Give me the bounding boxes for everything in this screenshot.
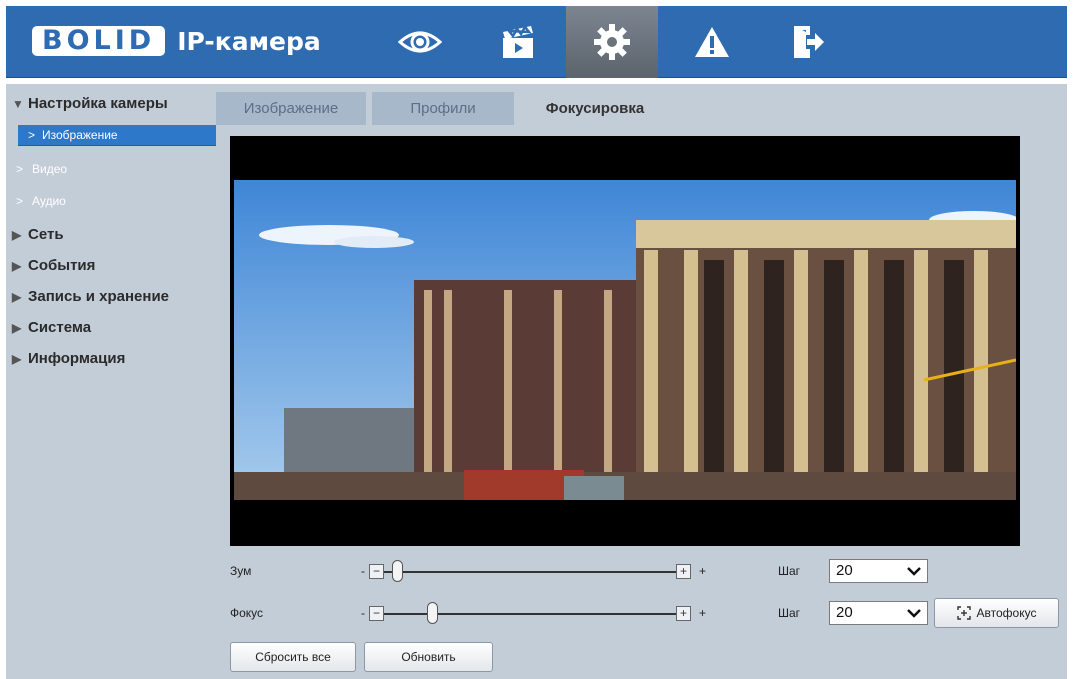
zoom-decrease-button[interactable]: − <box>369 564 384 579</box>
sidebar-section-network[interactable]: ▶ Сеть <box>12 226 64 243</box>
sidebar-section-label: Система <box>28 319 92 336</box>
logout-nav-button[interactable] <box>762 6 854 78</box>
sidebar-item-label: Видео <box>32 162 68 176</box>
eye-icon <box>398 31 442 53</box>
triangle-right-icon: ▶ <box>12 258 22 273</box>
focus-decrease-button[interactable]: − <box>369 606 384 621</box>
main-content: ▼ Настройка камеры > Изображение > Видео… <box>6 84 1067 679</box>
live-view-nav-button[interactable] <box>374 6 466 78</box>
triangle-right-icon: ▶ <box>12 351 22 366</box>
autofocus-icon <box>956 606 971 620</box>
focus-step-select[interactable]: 20 <box>829 601 928 625</box>
sidebar: ▼ Настройка камеры > Изображение > Видео… <box>6 84 216 679</box>
sidebar-item-image[interactable]: > Изображение <box>18 125 216 146</box>
triangle-down-icon: ▼ <box>12 96 24 111</box>
zoom-label: Зум <box>230 564 252 578</box>
logout-icon <box>794 26 824 58</box>
video-preview <box>230 136 1020 546</box>
camera-image <box>234 180 1016 500</box>
top-navigation-bar: BOLID IP-камера <box>6 6 1067 78</box>
zoom-slider-knob[interactable] <box>392 560 403 582</box>
autofocus-label: Автофокус <box>976 606 1037 620</box>
sidebar-item-label: Изображение <box>42 128 118 142</box>
sidebar-section-camera-setup[interactable]: ▼ Настройка камеры <box>12 95 168 112</box>
gear-icon <box>594 24 630 60</box>
autofocus-button[interactable]: Автофокус <box>934 598 1059 628</box>
sidebar-section-label: Информация <box>28 350 126 367</box>
sidebar-section-recording[interactable]: ▶ Запись и хранение <box>12 288 169 305</box>
sidebar-item-audio[interactable]: > Аудио <box>16 194 66 208</box>
focus-step-value: 20 <box>836 604 853 621</box>
tab-image[interactable]: Изображение <box>216 92 366 125</box>
sidebar-section-label: Запись и хранение <box>28 288 170 305</box>
sidebar-section-system[interactable]: ▶ Система <box>12 319 91 336</box>
focus-increase-button[interactable]: + <box>676 606 691 621</box>
app-title: IP-камера <box>177 26 321 56</box>
chevron-right-icon: > <box>28 128 36 142</box>
zoom-increase-button[interactable]: + <box>676 564 691 579</box>
triangle-right-icon: ▶ <box>12 289 22 304</box>
bolid-logo: BOLID <box>32 25 166 56</box>
zoom-step-value: 20 <box>836 562 853 579</box>
sidebar-section-label: События <box>28 257 96 274</box>
chevron-right-icon: > <box>16 194 24 208</box>
sidebar-section-events[interactable]: ▶ События <box>12 257 95 274</box>
zoom-minus-sign: - <box>361 564 365 578</box>
sidebar-section-label: Сеть <box>28 226 64 243</box>
focus-label: Фокус <box>230 606 264 620</box>
chevron-right-icon: > <box>16 162 24 176</box>
playback-nav-button[interactable] <box>472 6 564 78</box>
brand: BOLID IP-камера <box>32 22 321 60</box>
triangle-right-icon: ▶ <box>12 227 22 242</box>
chevron-down-icon <box>907 609 921 618</box>
focus-step-label: Шаг <box>778 606 801 620</box>
zoom-step-label: Шаг <box>778 564 801 578</box>
sidebar-section-info[interactable]: ▶ Информация <box>12 350 125 367</box>
focus-slider-knob[interactable] <box>427 602 439 624</box>
tab-profiles[interactable]: Профили <box>372 92 514 125</box>
zoom-slider-track[interactable] <box>384 571 676 573</box>
sidebar-section-label: Настройка камеры <box>28 95 168 112</box>
tab-focus[interactable]: Фокусировка <box>520 92 670 125</box>
tab-bar: Изображение Профили Фокусировка <box>216 92 676 125</box>
focus-plus-sign: + <box>699 606 707 620</box>
logo-text: BOLID <box>42 25 156 56</box>
reset-all-button[interactable]: Сбросить все <box>230 642 356 672</box>
zoom-plus-sign: + <box>699 564 707 578</box>
sidebar-item-label: Аудио <box>32 194 66 208</box>
chevron-down-icon <box>907 567 921 576</box>
alarm-nav-button[interactable] <box>666 6 758 78</box>
settings-nav-button[interactable] <box>566 6 658 78</box>
sidebar-item-video[interactable]: > Видео <box>16 162 67 176</box>
clapperboard-icon <box>503 24 533 58</box>
zoom-step-select[interactable]: 20 <box>829 559 928 583</box>
focus-minus-sign: - <box>361 606 365 620</box>
triangle-right-icon: ▶ <box>12 320 22 335</box>
refresh-button[interactable]: Обновить <box>364 642 493 672</box>
warning-icon <box>695 27 729 57</box>
